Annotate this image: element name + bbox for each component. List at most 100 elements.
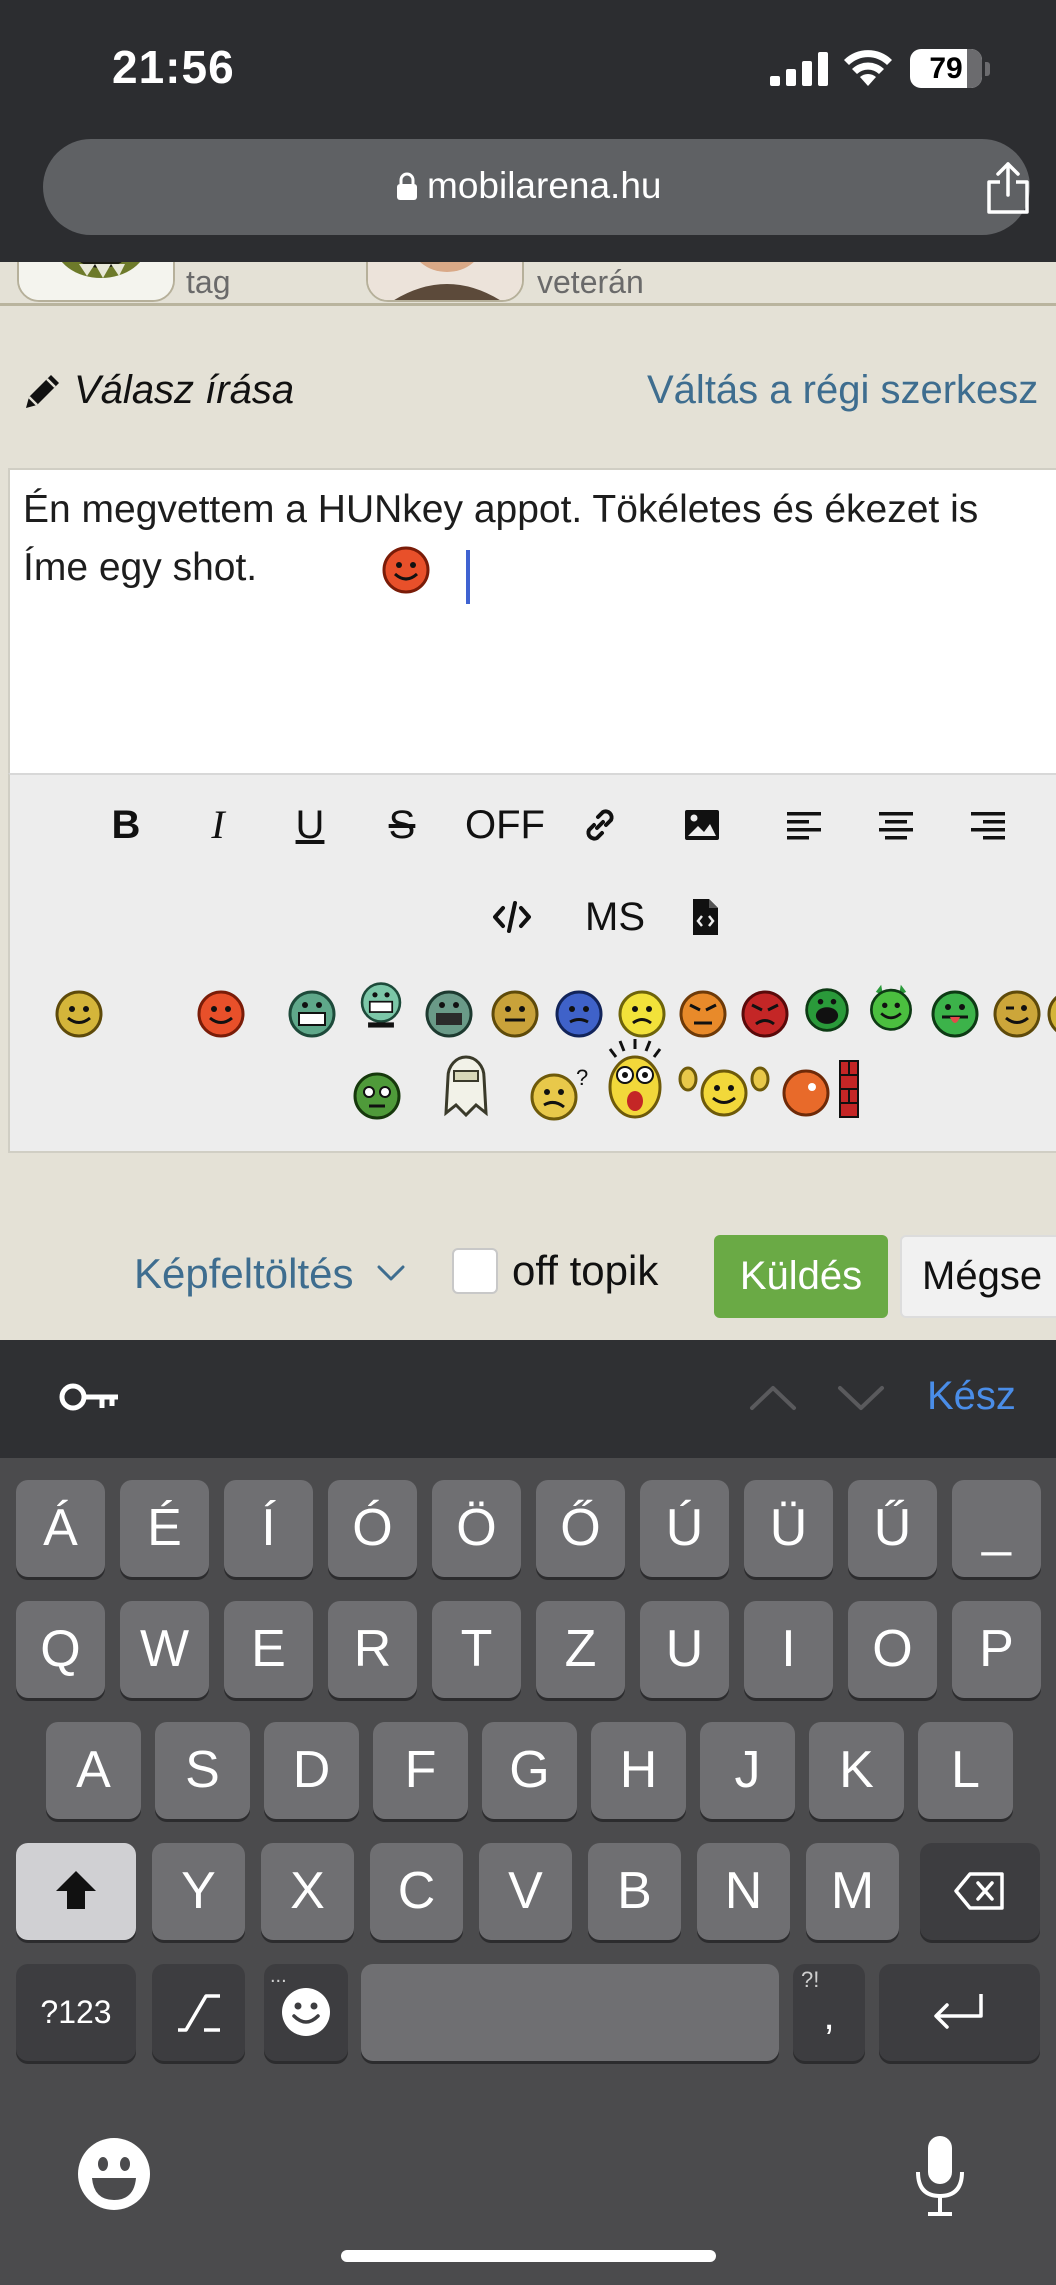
key[interactable]: M — [806, 1843, 899, 1940]
grin-smiley-icon[interactable] — [287, 989, 337, 1039]
key[interactable]: Ü — [744, 1480, 833, 1577]
key[interactable]: S — [155, 1722, 250, 1819]
emoji-keyboard-icon[interactable] — [76, 2136, 152, 2212]
key[interactable]: T — [432, 1601, 521, 1698]
passwords-key-icon[interactable] — [58, 1380, 120, 1414]
battery-level: 79 — [929, 52, 963, 85]
grin-smiley-icon[interactable] — [356, 981, 406, 1031]
swipe-typing-key[interactable] — [152, 1964, 245, 2061]
confused-smiley-icon[interactable]: ? — [530, 1065, 592, 1123]
source-file-button[interactable] — [675, 889, 735, 945]
cheering-smiley-icon[interactable] — [678, 1057, 770, 1119]
mad-smiley-icon[interactable] — [740, 989, 790, 1039]
numbers-key[interactable]: ?123 — [16, 1964, 136, 2061]
link-icon — [586, 809, 614, 841]
tongue-smiley-icon[interactable] — [930, 989, 980, 1039]
key[interactable]: Ö — [432, 1480, 521, 1577]
key[interactable]: Ú — [640, 1480, 729, 1577]
key[interactable]: Á — [16, 1480, 105, 1577]
smiley-icon[interactable] — [196, 989, 246, 1039]
comma-key[interactable]: ?! , — [793, 1964, 865, 2061]
avatar[interactable] — [366, 262, 524, 302]
key[interactable]: E — [224, 1601, 313, 1698]
shouting-smiley-icon[interactable] — [802, 985, 852, 1035]
microphone-icon[interactable] — [912, 2134, 968, 2218]
emoji-key[interactable]: ... — [264, 1964, 348, 2061]
ms-button[interactable]: MS — [570, 889, 660, 945]
editor-text-line: Íme egy shot. — [23, 546, 258, 589]
avatar[interactable] — [17, 262, 175, 302]
key[interactable]: Í — [224, 1480, 313, 1577]
key[interactable]: É — [120, 1480, 209, 1577]
off-button[interactable]: OFF — [450, 797, 560, 853]
key[interactable]: O — [848, 1601, 937, 1698]
home-indicator[interactable] — [341, 2250, 716, 2262]
key[interactable]: _ — [952, 1480, 1041, 1577]
smiley-icon[interactable] — [490, 989, 540, 1039]
key[interactable]: R — [328, 1601, 417, 1698]
key[interactable]: P — [952, 1601, 1041, 1698]
shocked-smiley-icon[interactable] — [602, 1037, 668, 1121]
key[interactable]: Z — [536, 1601, 625, 1698]
key[interactable]: H — [591, 1722, 686, 1819]
space-key[interactable] — [361, 1964, 779, 2061]
switch-editor-link[interactable]: Váltás a régi szerkesz — [647, 368, 1038, 413]
align-right-button[interactable] — [958, 797, 1018, 853]
share-icon[interactable] — [983, 161, 1033, 215]
worried-smiley-icon[interactable] — [617, 989, 667, 1039]
align-center-button[interactable] — [866, 797, 926, 853]
done-button[interactable]: Kész — [927, 1374, 1016, 1419]
italic-button[interactable]: I — [188, 797, 248, 853]
offtopic-checkbox[interactable] — [452, 1248, 498, 1294]
key[interactable]: C — [370, 1843, 463, 1940]
image-button[interactable] — [672, 797, 732, 853]
image-upload-link[interactable]: Képfeltöltés — [134, 1250, 353, 1298]
cancel-button[interactable]: Mégse — [900, 1235, 1056, 1318]
strikethrough-button[interactable]: S — [372, 797, 432, 853]
devil-smiley-icon[interactable] — [866, 983, 916, 1033]
key[interactable]: U — [640, 1601, 729, 1698]
bold-button[interactable]: B — [96, 797, 156, 853]
key[interactable]: J — [700, 1722, 795, 1819]
key[interactable]: A — [46, 1722, 141, 1819]
align-left-button[interactable] — [774, 797, 834, 853]
key[interactable]: Ő — [536, 1480, 625, 1577]
key[interactable]: N — [697, 1843, 790, 1940]
chevron-up-icon[interactable] — [748, 1384, 798, 1412]
chevron-down-icon[interactable] — [836, 1384, 886, 1412]
key[interactable]: X — [261, 1843, 354, 1940]
chevron-down-icon[interactable] — [375, 1260, 407, 1286]
key[interactable]: Y — [152, 1843, 245, 1940]
key[interactable]: K — [809, 1722, 904, 1819]
message-editor[interactable]: Én megvettem a HUNkey appot. Tökéletes é… — [8, 468, 1056, 773]
key[interactable]: W — [120, 1601, 209, 1698]
key[interactable]: D — [264, 1722, 359, 1819]
sad-smiley-icon[interactable] — [424, 989, 474, 1039]
link-button[interactable] — [570, 797, 630, 853]
ghost-icon[interactable] — [438, 1047, 494, 1117]
key[interactable]: Q — [16, 1601, 105, 1698]
key[interactable]: I — [744, 1601, 833, 1698]
text-caret — [466, 550, 470, 604]
key[interactable]: V — [479, 1843, 572, 1940]
key[interactable]: Ó — [328, 1480, 417, 1577]
key[interactable]: L — [918, 1722, 1013, 1819]
sick-smiley-icon[interactable] — [352, 1071, 402, 1121]
smiley-icon[interactable] — [1046, 989, 1056, 1039]
smiley-icon[interactable] — [54, 989, 104, 1039]
backspace-key[interactable] — [920, 1843, 1040, 1940]
address-bar[interactable]: mobilarena.hu — [43, 139, 1030, 235]
shift-key[interactable] — [16, 1843, 136, 1940]
key[interactable]: F — [373, 1722, 468, 1819]
key[interactable]: G — [482, 1722, 577, 1819]
blue-smiley-icon[interactable] — [554, 989, 604, 1039]
underline-button[interactable]: U — [280, 797, 340, 853]
code-button[interactable] — [482, 889, 542, 945]
angry-smiley-icon[interactable] — [678, 989, 728, 1039]
send-button[interactable]: Küldés — [714, 1235, 888, 1318]
key[interactable]: Ű — [848, 1480, 937, 1577]
wall-smiley-icon[interactable] — [782, 1057, 862, 1121]
return-key[interactable] — [879, 1964, 1040, 2061]
wink-smiley-icon[interactable] — [992, 989, 1042, 1039]
key[interactable]: B — [588, 1843, 681, 1940]
